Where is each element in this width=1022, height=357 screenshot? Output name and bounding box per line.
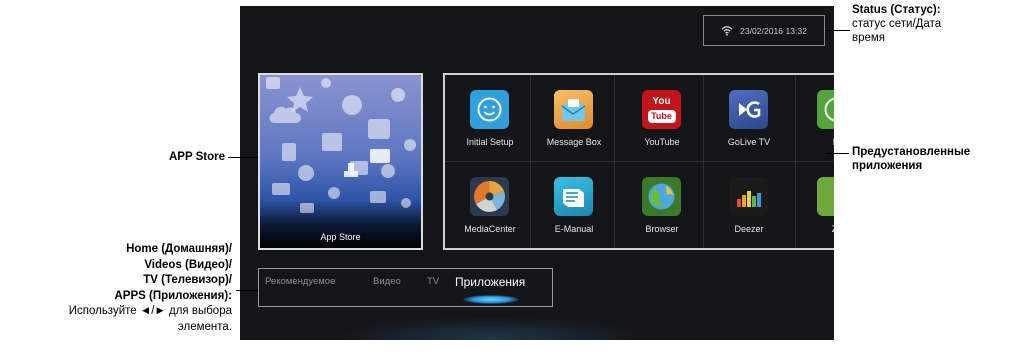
app-label: Browser: [645, 224, 679, 234]
status-bar: 23/02/2016 13:32: [703, 15, 825, 46]
callout-preinstalled-line1: Предустановленные: [852, 146, 971, 158]
tab-video[interactable]: Видео: [373, 269, 401, 295]
callout-nav-line5: Используйте ◄/► для выбора: [68, 305, 232, 317]
callout-appstore: APP Store: [0, 150, 225, 164]
app-youtube[interactable]: You Tube YouTube: [617, 75, 707, 155]
callout-nav-line2: Videos (Видео)/: [144, 258, 232, 271]
app-store-label: App Store: [320, 232, 361, 242]
app-label: E-Manual: [554, 224, 594, 234]
wifi-icon: [721, 26, 733, 36]
app-golive-tv[interactable]: GoLive TV: [704, 75, 794, 155]
youtube-icon: You Tube: [642, 90, 681, 129]
app-label: Hi: [787, 137, 834, 147]
tab-recommended[interactable]: Рекомендуемое: [265, 269, 335, 295]
callout-status-title: Status (Статус):: [852, 4, 941, 16]
callout-line: [826, 153, 849, 154]
e-manual-icon: [554, 177, 593, 216]
deezer-icon: [729, 177, 768, 216]
app-zir[interactable]: Zir: [792, 162, 834, 242]
callout-line: [826, 30, 850, 31]
app-store-tile[interactable]: App Store: [258, 73, 423, 250]
callout-line: [228, 157, 258, 158]
hi-icon: [817, 90, 834, 129]
callout-nav-line1: Home (Домашняя)/: [126, 243, 232, 255]
tv-home-screen: 23/02/2016 13:32 App Store Initial Setup…: [240, 6, 834, 340]
callout-nav: Home (Домашняя)/ Videos (Видео)/ TV (Тел…: [0, 242, 232, 335]
app-hi[interactable]: Hi: [792, 75, 834, 155]
app-initial-setup[interactable]: Initial Setup: [445, 75, 535, 155]
callout-nav-line6: элемента.: [177, 320, 232, 333]
tab-tv[interactable]: TV: [427, 269, 439, 295]
app-label: Deezer: [734, 224, 764, 234]
preinstalled-apps-grid: Initial Setup Message Box You Tube YouTu…: [443, 73, 834, 250]
app-browser[interactable]: Browser: [617, 162, 707, 242]
callout-preinstalled-line2: приложения: [852, 160, 923, 172]
youtube-logo-you: You: [652, 96, 671, 107]
app-media-center[interactable]: MediaCenter: [445, 162, 535, 242]
zir-icon: [817, 177, 834, 216]
status-datetime: 23/02/2016 13:32: [740, 25, 807, 36]
callout-appstore-title: APP Store: [168, 151, 225, 163]
app-e-manual[interactable]: E-Manual: [529, 162, 619, 242]
callout-status: Status (Статус): статус сети/Дата время: [852, 3, 1020, 45]
callout-preinstalled: Предустановленные приложения: [852, 145, 1020, 173]
callout-nav-line4: APPS (Приложения):: [114, 289, 232, 302]
youtube-logo-tube: Tube: [647, 110, 676, 123]
browser-icon: [642, 177, 681, 216]
app-label: Zir: [787, 224, 834, 234]
app-label: Message Box: [546, 137, 602, 147]
message-box-icon: [554, 90, 593, 129]
tab-apps[interactable]: Приложения: [455, 269, 525, 296]
app-message-box[interactable]: Message Box: [529, 75, 619, 155]
media-center-icon: [470, 177, 509, 216]
app-label: YouTube: [644, 137, 680, 147]
callout-nav-line3: TV (Телевизор)/: [143, 274, 232, 286]
active-tab-indicator: [463, 295, 519, 304]
callout-status-text1: статус сети/Дата: [852, 18, 942, 30]
app-deezer[interactable]: Deezer: [704, 162, 794, 242]
category-tabs: Рекомендуемое Видео TV Приложения: [258, 268, 553, 307]
golive-tv-icon: [729, 90, 768, 129]
initial-setup-icon: [470, 90, 509, 129]
app-store-artwork-icon: [266, 77, 416, 213]
app-label: GoLive TV: [727, 137, 771, 147]
callout-status-text2: время: [852, 32, 886, 44]
callout-line: [236, 290, 258, 291]
